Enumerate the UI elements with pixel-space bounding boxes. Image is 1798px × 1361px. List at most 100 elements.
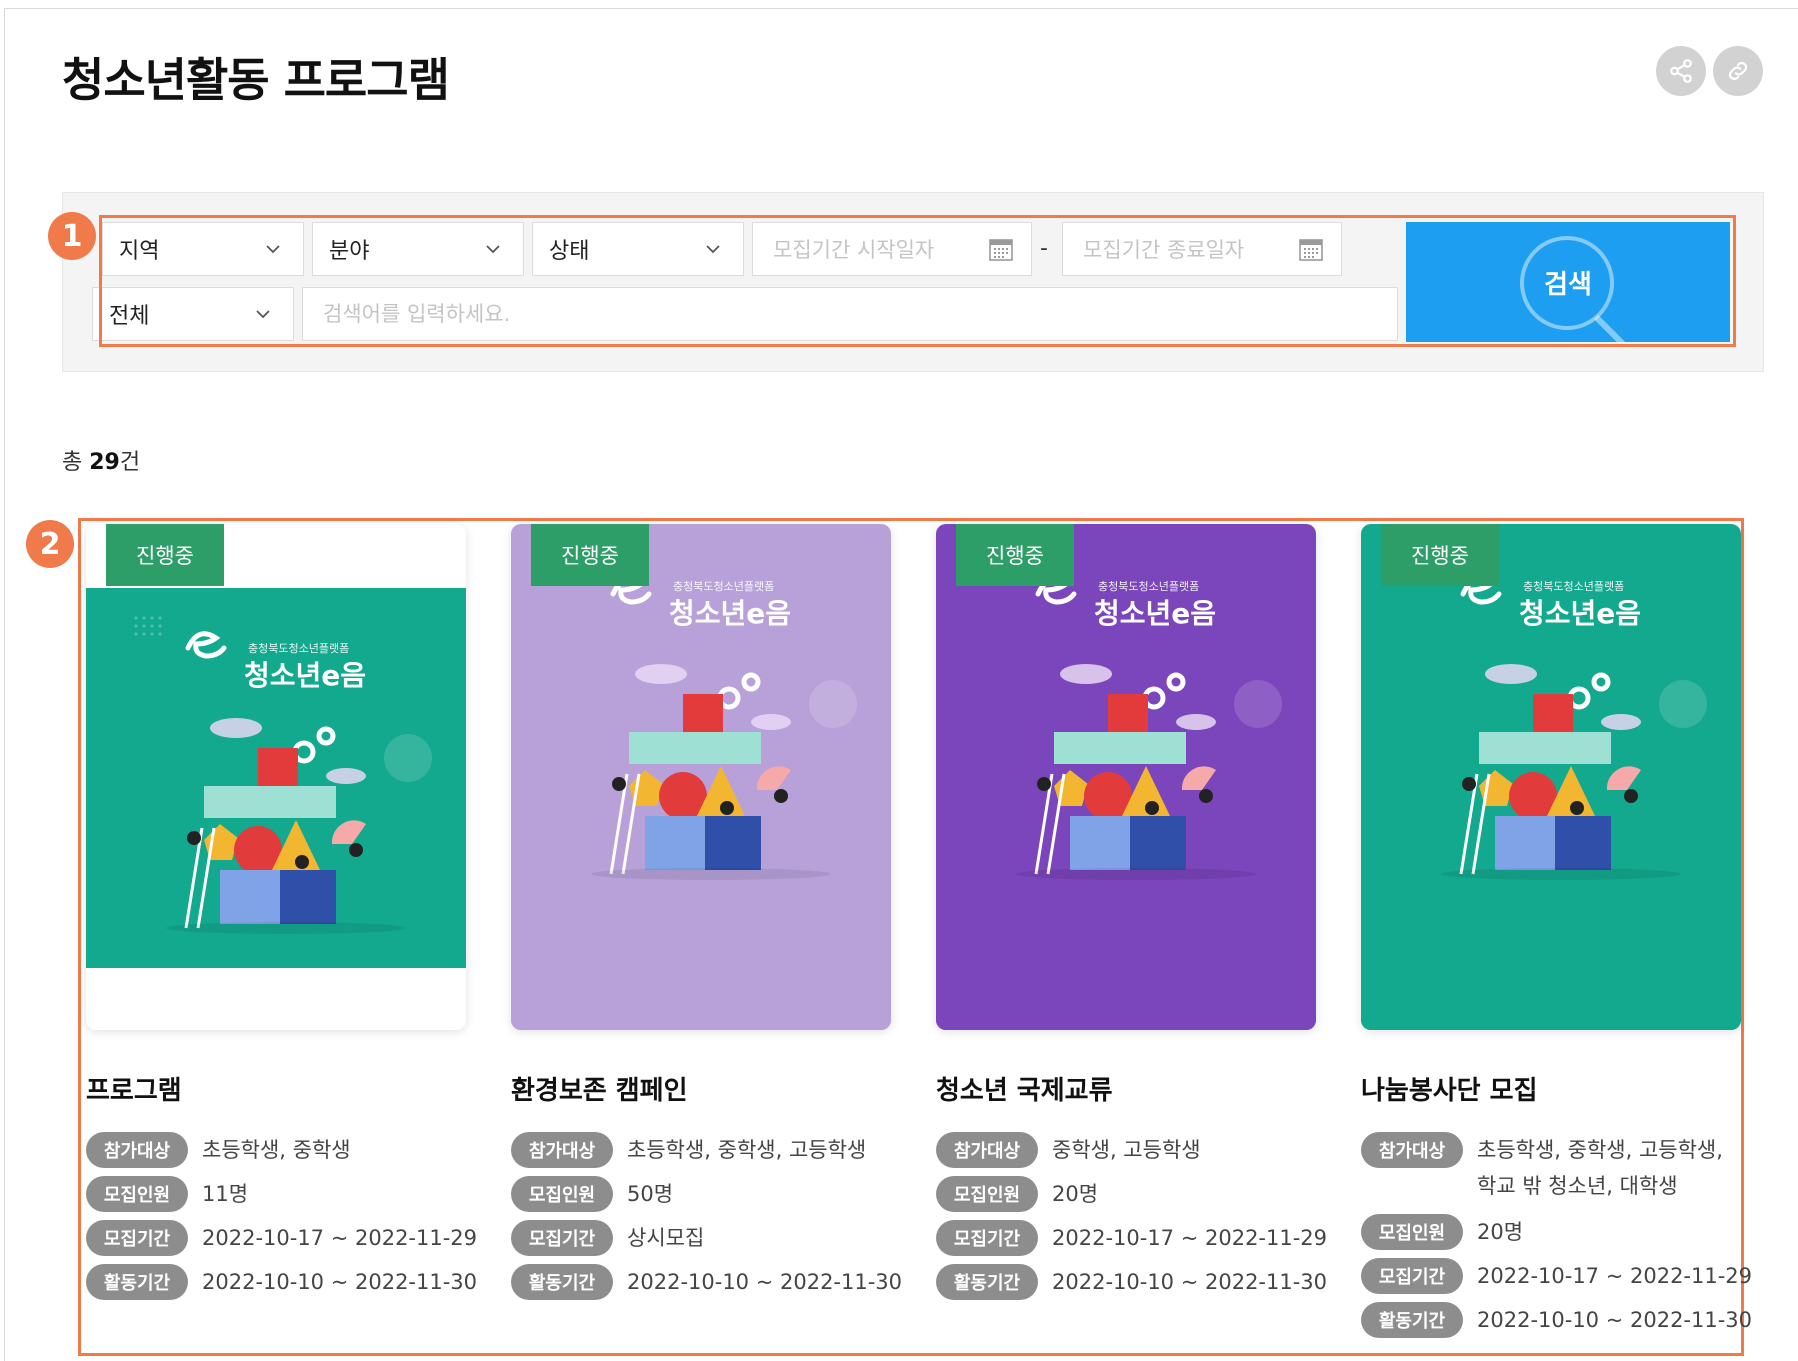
label-pill: 활동기간 <box>936 1264 1038 1300</box>
program-card[interactable]: 진행중 <box>511 524 902 1300</box>
target-value: 초등학생, 중학생, 고등학생, 학교 밖 청소년, 대학생 <box>1477 1138 1723 1198</box>
label-pill: 모집인원 <box>511 1176 613 1212</box>
status-badge: 진행중 <box>956 524 1074 586</box>
program-thumbnail[interactable]: 진행중 청소년e음 충청북도청소년플랫폼 <box>936 524 1316 1030</box>
poster-logo-text: 청소년e음 <box>244 659 367 692</box>
share-icon <box>1670 59 1692 83</box>
label-pill: 모집기간 <box>86 1220 188 1256</box>
label-pill: 참가대상 <box>1361 1132 1463 1168</box>
label-pill: 활동기간 <box>1361 1302 1463 1338</box>
scope-select-label: 전체 <box>109 304 150 329</box>
poster-logo-text: 청소년e음 <box>1519 597 1642 630</box>
info-recruit: 모집인원 20명 <box>936 1176 1098 1212</box>
result-count: 총 29건 <box>62 444 140 476</box>
result-count-number: 29 <box>89 450 120 475</box>
program-card[interactable]: 진행중 <box>936 524 1327 1300</box>
copy-link-button[interactable] <box>1713 46 1763 96</box>
activity-period-value: 2022-10-10 ~ 2022-11-30 <box>1052 1270 1328 1294</box>
link-icon <box>1728 61 1748 81</box>
status-badge: 진행중 <box>1381 524 1499 586</box>
program-title[interactable]: 프로그램 <box>86 1070 182 1107</box>
recruit-value: 20명 <box>1477 1220 1524 1244</box>
poster-image: 청소년e음 충청북도청소년플랫폼 <box>936 534 1316 1030</box>
keyword-input[interactable] <box>302 287 1398 341</box>
search-button-label: 검색 <box>1544 269 1592 300</box>
recruit-period-value: 2022-10-17 ~ 2022-11-29 <box>1052 1226 1328 1250</box>
program-card[interactable]: 진행중 <box>1361 524 1752 1338</box>
region-select-label: 지역 <box>119 239 160 264</box>
result-count-suffix: 건 <box>119 450 141 475</box>
search-button[interactable]: 검색 <box>1406 222 1730 342</box>
program-title[interactable]: 나눔봉사단 모집 <box>1361 1070 1538 1107</box>
field-select[interactable]: 분야 <box>312 222 524 276</box>
poster-logo-text: 청소년e음 <box>669 597 792 630</box>
recruit-period-value: 2022-10-17 ~ 2022-11-29 <box>202 1226 478 1250</box>
region-select[interactable]: 지역 <box>102 222 304 276</box>
recruit-value: 20명 <box>1052 1182 1099 1206</box>
start-date-placeholder: 모집기간 시작일자 <box>773 238 935 262</box>
label-pill: 참가대상 <box>936 1132 1038 1168</box>
label-pill: 모집인원 <box>936 1176 1038 1212</box>
calendar-icon[interactable] <box>987 235 1015 263</box>
poster-logo-subtitle: 충청북도청소년플랫폼 <box>248 642 350 655</box>
result-count-prefix: 총 <box>62 450 90 475</box>
info-recruit-period: 모집기간 상시모집 <box>511 1220 704 1256</box>
info-activity-period: 활동기간 2022-10-10 ~ 2022-11-30 <box>1361 1302 1752 1338</box>
info-target: 참가대상 중학생, 고등학생 <box>936 1132 1201 1168</box>
program-thumbnail[interactable]: 진행중 청소년e음 충청북도청소년플랫폼 <box>1361 524 1741 1030</box>
annotation-badge-1: 1 <box>48 212 96 260</box>
poster-image: 청소년e음 충청북도청소년플랫폼 <box>511 534 891 1030</box>
program-thumbnail[interactable]: 진행중 청소년e음 충청북도청소년플랫폼 <box>86 524 466 1030</box>
poster-logo-subtitle: 충청북도청소년플랫폼 <box>1098 580 1200 593</box>
program-card[interactable]: 진행중 <box>86 524 477 1300</box>
label-pill: 활동기간 <box>511 1264 613 1300</box>
status-badge: 진행중 <box>106 524 224 586</box>
status-badge: 진행중 <box>531 524 649 586</box>
start-date-field[interactable]: 모집기간 시작일자 <box>752 222 1032 276</box>
recruit-period-value: 2022-10-17 ~ 2022-11-29 <box>1477 1264 1753 1288</box>
chevron-down-icon <box>486 245 500 254</box>
label-pill: 참가대상 <box>511 1132 613 1168</box>
search-icon-handle <box>1593 314 1627 342</box>
program-title[interactable]: 환경보존 캠페인 <box>511 1070 688 1107</box>
info-recruit-period: 모집기간 2022-10-17 ~ 2022-11-29 <box>1361 1258 1752 1294</box>
chevron-down-icon <box>706 245 720 254</box>
info-recruit-period: 모집기간 2022-10-17 ~ 2022-11-29 <box>936 1220 1327 1256</box>
info-recruit-period: 모집기간 2022-10-17 ~ 2022-11-29 <box>86 1220 477 1256</box>
info-activity-period: 활동기간 2022-10-10 ~ 2022-11-30 <box>511 1264 902 1300</box>
label-pill: 모집기간 <box>511 1220 613 1256</box>
recruit-period-value: 상시모집 <box>627 1226 705 1250</box>
end-date-field[interactable]: 모집기간 종료일자 <box>1062 222 1342 276</box>
label-pill: 모집인원 <box>1361 1214 1463 1250</box>
info-recruit: 모집인원 50명 <box>511 1176 673 1212</box>
info-target: 참가대상 초등학생, 중학생, 고등학생 <box>511 1132 866 1168</box>
label-pill: 참가대상 <box>86 1132 188 1168</box>
field-select-label: 분야 <box>329 239 370 264</box>
info-activity-period: 활동기간 2022-10-10 ~ 2022-11-30 <box>936 1264 1327 1300</box>
info-activity-period: 활동기간 2022-10-10 ~ 2022-11-30 <box>86 1264 477 1300</box>
page-title: 청소년활동 프로그램 <box>62 53 450 107</box>
target-value: 초등학생, 중학생, 고등학생 <box>627 1138 867 1162</box>
activity-period-value: 2022-10-10 ~ 2022-11-30 <box>202 1270 478 1294</box>
end-date-placeholder: 모집기간 종료일자 <box>1083 238 1245 262</box>
status-select-label: 상태 <box>549 239 590 264</box>
activity-period-value: 2022-10-10 ~ 2022-11-30 <box>1477 1308 1753 1332</box>
chevron-down-icon <box>266 245 280 254</box>
info-target: 참가대상 초등학생, 중학생, 고등학생, 학교 밖 청소년, 대학생 <box>1361 1132 1723 1204</box>
label-pill: 모집기간 <box>936 1220 1038 1256</box>
chevron-down-icon <box>256 310 270 319</box>
program-thumbnail[interactable]: 진행중 청소년e음 충청북도청소년플랫폼 <box>511 524 891 1030</box>
share-button[interactable] <box>1656 46 1706 96</box>
activity-period-value: 2022-10-10 ~ 2022-11-30 <box>627 1270 903 1294</box>
program-title[interactable]: 청소년 국제교류 <box>936 1070 1113 1107</box>
label-pill: 활동기간 <box>86 1264 188 1300</box>
scope-select[interactable]: 전체 <box>92 287 294 341</box>
status-select[interactable]: 상태 <box>532 222 744 276</box>
poster-image: 청소년e음 충청북도청소년플랫폼 <box>1361 534 1741 1030</box>
target-value: 초등학생, 중학생 <box>202 1138 351 1162</box>
annotation-badge-2: 2 <box>26 520 74 568</box>
label-pill: 모집인원 <box>86 1176 188 1212</box>
info-recruit: 모집인원 20명 <box>1361 1214 1523 1250</box>
calendar-icon[interactable] <box>1297 235 1325 263</box>
poster-logo-subtitle: 충청북도청소년플랫폼 <box>673 580 775 593</box>
